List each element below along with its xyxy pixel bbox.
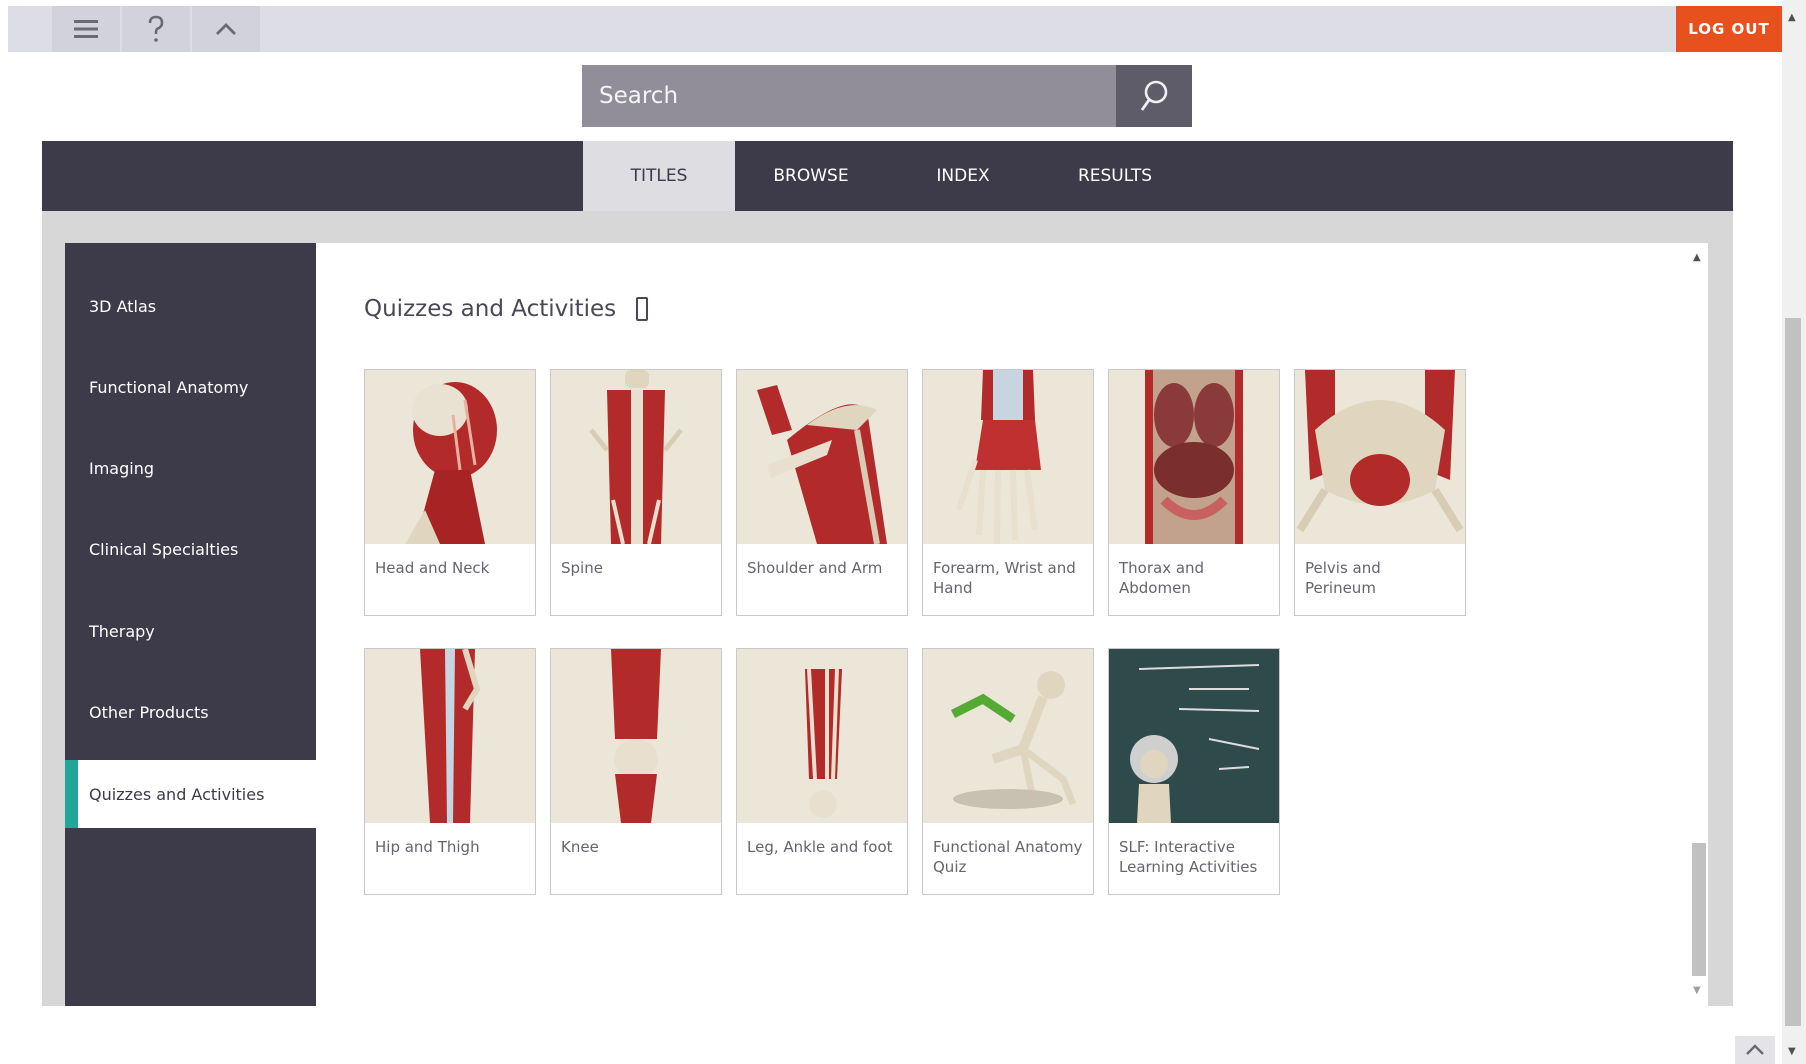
head-neck-thumbnail: [365, 370, 535, 544]
sidebar-item-label: Clinical Specialties: [89, 539, 239, 559]
card-label: SLF: Interactive Learning Activities: [1119, 838, 1258, 876]
page-scroll-up-arrow-icon[interactable]: ▲: [1788, 12, 1796, 23]
logout-button[interactable]: LOG OUT: [1676, 6, 1782, 52]
pelvis-perineum-thumbnail: [1295, 370, 1465, 544]
forearm-hand-thumbnail: [923, 370, 1093, 544]
mobile-device-icon: [636, 297, 649, 321]
sidebar-item-label: Functional Anatomy: [89, 377, 249, 397]
sidebar-item-label: Therapy: [89, 621, 155, 641]
sidebar-item-therapy[interactable]: Therapy: [65, 597, 316, 665]
sidebar-item-3d-atlas[interactable]: 3D Atlas: [65, 272, 316, 340]
tab-results[interactable]: RESULTS: [1039, 141, 1191, 211]
title-card-thorax-and-abdomen[interactable]: Thorax and Abdomen: [1108, 369, 1280, 616]
title-card-slf-interactive-learning-activities[interactable]: SLF: Interactive Learning Activities: [1108, 648, 1280, 895]
sidebar-item-imaging[interactable]: Imaging: [65, 434, 316, 502]
title-card-head-and-neck[interactable]: Head and Neck: [364, 369, 536, 616]
card-label: Spine: [561, 559, 603, 577]
menu-button[interactable]: [52, 6, 120, 52]
title-card-pelvis-and-perineum[interactable]: Pelvis and Perineum: [1294, 369, 1466, 616]
scroll-down-arrow-icon[interactable]: ▼: [1693, 985, 1701, 996]
title-card-shoulder-and-arm[interactable]: Shoulder and Arm: [736, 369, 908, 616]
chevron-up-icon: [216, 23, 236, 35]
collapse-button[interactable]: [192, 6, 260, 52]
page-scroll-down-arrow-icon[interactable]: ▼: [1788, 1046, 1796, 1057]
spine-thumbnail: [551, 370, 721, 544]
chevron-up-icon: [1746, 1044, 1764, 1055]
title-card-knee[interactable]: Knee: [550, 648, 722, 895]
search-button[interactable]: [1116, 65, 1192, 127]
slf-thumbnail: [1109, 649, 1279, 823]
card-label: Shoulder and Arm: [747, 559, 883, 577]
search-icon: [1140, 80, 1168, 111]
main-nav: TITLES BROWSE INDEX RESULTS: [42, 141, 1733, 211]
sidebar-item-label: Other Products: [89, 702, 209, 722]
sidebar-item-clinical-specialties[interactable]: Clinical Specialties: [65, 515, 316, 583]
page-scrollbar-thumb[interactable]: [1785, 318, 1801, 1026]
search-bar: [582, 65, 1192, 127]
tab-index[interactable]: INDEX: [887, 141, 1039, 211]
title-card-leg-ankle-and-foot[interactable]: Leg, Ankle and foot: [736, 648, 908, 895]
search-input[interactable]: [582, 65, 1116, 127]
back-to-top-button[interactable]: [1735, 1036, 1775, 1064]
hip-thigh-thumbnail: [365, 649, 535, 823]
thorax-abdomen-thumbnail: [1109, 370, 1279, 544]
section-heading: Quizzes and Activities: [364, 296, 649, 322]
hamburger-icon: [74, 20, 98, 38]
sidebar-item-label: 3D Atlas: [89, 296, 157, 316]
card-label: Knee: [561, 838, 599, 856]
title-card-forearm-wrist-and-hand[interactable]: Forearm, Wrist and Hand: [922, 369, 1094, 616]
card-label: Functional Anatomy Quiz: [933, 838, 1083, 876]
tab-titles[interactable]: TITLES: [583, 141, 735, 211]
title-card-spine[interactable]: Spine: [550, 369, 722, 616]
sidebar: 3D Atlas Functional Anatomy Imaging Clin…: [65, 243, 316, 1006]
card-label: Leg, Ankle and foot: [747, 838, 893, 856]
leg-foot-thumbnail: [737, 649, 907, 823]
question-icon: [148, 15, 164, 42]
scroll-up-arrow-icon[interactable]: ▲: [1693, 252, 1701, 263]
functional-anatomy-quiz-thumbnail: [923, 649, 1093, 823]
shoulder-arm-thumbnail: [737, 370, 907, 544]
sidebar-item-quizzes-and-activities[interactable]: Quizzes and Activities: [65, 760, 316, 828]
card-label: Forearm, Wrist and Hand: [933, 559, 1076, 597]
card-label: Thorax and Abdomen: [1119, 559, 1205, 597]
help-button[interactable]: [122, 6, 190, 52]
knee-thumbnail: [551, 649, 721, 823]
sidebar-item-label: Imaging: [89, 458, 155, 478]
sidebar-item-other-products[interactable]: Other Products: [65, 678, 316, 746]
sidebar-item-label: Quizzes and Activities: [89, 784, 265, 804]
card-label: Hip and Thigh: [375, 838, 480, 856]
title-card-hip-and-thigh[interactable]: Hip and Thigh: [364, 648, 536, 895]
page-title: Quizzes and Activities: [364, 296, 617, 322]
title-card-functional-anatomy-quiz[interactable]: Functional Anatomy Quiz: [922, 648, 1094, 895]
card-label: Pelvis and Perineum: [1305, 559, 1381, 597]
card-label: Head and Neck: [375, 559, 490, 577]
sidebar-item-functional-anatomy[interactable]: Functional Anatomy: [65, 353, 316, 421]
tab-browse[interactable]: BROWSE: [735, 141, 887, 211]
content-scrollbar-thumb[interactable]: [1692, 843, 1706, 976]
top-toolbar: LOG OUT: [8, 6, 1782, 52]
app-window: LOG OUT TITLES BROWSE INDEX RESULTS 3D A…: [0, 0, 1806, 1064]
